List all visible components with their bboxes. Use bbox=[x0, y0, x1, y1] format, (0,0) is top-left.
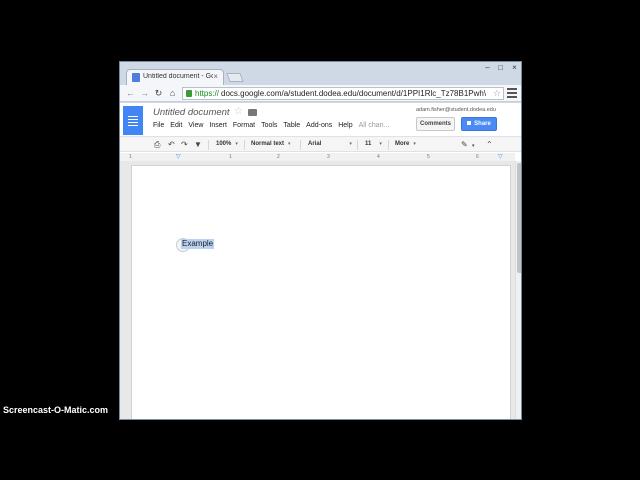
menu-edit[interactable]: Edit bbox=[170, 122, 182, 129]
menu-help[interactable]: Help bbox=[338, 122, 352, 129]
menu-tools[interactable]: Tools bbox=[261, 122, 277, 129]
more-label: More bbox=[395, 141, 410, 147]
ruler-tick: 1 bbox=[229, 154, 232, 160]
window-close-icon[interactable]: × bbox=[509, 64, 520, 73]
comments-button[interactable]: Comments bbox=[416, 117, 455, 131]
right-indent-marker[interactable]: ▽ bbox=[498, 153, 503, 160]
ruler[interactable]: 1 ▽ 1 2 3 4 5 6 ▽ bbox=[120, 153, 515, 161]
font-value: Arial bbox=[308, 141, 322, 147]
tab-close-icon[interactable]: × bbox=[213, 72, 218, 81]
save-status: All chan... bbox=[358, 122, 390, 129]
document-title[interactable]: Untitled document bbox=[153, 107, 230, 118]
maximize-icon[interactable]: □ bbox=[495, 64, 506, 73]
lock-icon bbox=[186, 90, 192, 97]
selected-text[interactable]: Example bbox=[181, 239, 215, 249]
menu-view[interactable]: View bbox=[188, 122, 203, 129]
vertical-scrollbar[interactable] bbox=[515, 161, 521, 419]
redo-icon[interactable]: ↷ bbox=[181, 140, 188, 149]
docs-app: Untitled document ☆ File Edit View Insert Fo… bbox=[120, 103, 521, 419]
chrome-menu-icon[interactable] bbox=[507, 88, 517, 99]
minimize-icon[interactable]: – bbox=[482, 64, 493, 73]
account-email[interactable]: adam.fisher@student.dodea.edu bbox=[416, 107, 496, 113]
tab-untitled-document[interactable]: Untitled document - Goo × bbox=[126, 69, 224, 85]
browser-window: Untitled document - Goo × – □ × ← → ↻ ⌂ … bbox=[119, 61, 522, 420]
font-size-select[interactable]: 11 ▾ bbox=[365, 141, 382, 147]
print-icon[interactable]: ⎙ bbox=[154, 140, 160, 149]
font-select[interactable]: Arial ▾ bbox=[308, 141, 352, 147]
paint-format-icon[interactable]: ▼ bbox=[194, 140, 202, 149]
document-page[interactable]: Example bbox=[131, 165, 511, 419]
forward-icon[interactable]: → bbox=[139, 87, 150, 99]
more-button[interactable]: More ▾ bbox=[395, 141, 416, 147]
menu-addons[interactable]: Add-ons bbox=[306, 122, 332, 129]
editing-mode-icon[interactable]: ✎ bbox=[461, 140, 468, 149]
star-icon[interactable]: ☆ bbox=[234, 106, 243, 117]
menu-file[interactable]: File bbox=[153, 122, 164, 129]
screencast-watermark: Screencast-O-Matic.com bbox=[3, 405, 109, 415]
share-button[interactable]: Share bbox=[461, 117, 497, 131]
left-indent-marker[interactable]: ▽ bbox=[176, 153, 181, 160]
menu-table[interactable]: Table bbox=[283, 122, 300, 129]
back-icon[interactable]: ← bbox=[125, 87, 136, 99]
tab-strip: Untitled document - Goo × – □ × bbox=[120, 62, 521, 85]
ruler-tick: 6 bbox=[476, 154, 479, 160]
menu-insert[interactable]: Insert bbox=[209, 122, 227, 129]
home-icon[interactable]: ⌂ bbox=[167, 87, 178, 99]
tab-title: Untitled document - Goo bbox=[143, 73, 213, 80]
share-lock-icon bbox=[467, 121, 472, 125]
new-tab-button[interactable] bbox=[226, 73, 244, 82]
ruler-tick: 1 bbox=[129, 154, 132, 160]
folder-icon[interactable] bbox=[248, 109, 257, 116]
bookmark-star-icon[interactable]: ☆ bbox=[493, 88, 501, 99]
address-bar[interactable]: https:// docs.google.com/a/student.dodea… bbox=[182, 87, 504, 100]
style-select[interactable]: Normal text ▾ bbox=[251, 141, 291, 147]
docs-menubar: File Edit View Insert Format Tools Table Add-on… bbox=[153, 122, 395, 129]
scrollbar-thumb[interactable] bbox=[517, 163, 521, 273]
collapse-icon[interactable]: ⌃ bbox=[486, 140, 493, 149]
ruler-tick: 2 bbox=[277, 154, 280, 160]
editing-mode-dropdown-icon[interactable]: ▾ bbox=[472, 142, 475, 151]
undo-icon[interactable]: ↶ bbox=[168, 140, 175, 149]
docs-home-icon[interactable] bbox=[123, 106, 143, 135]
font-size-value: 11 bbox=[365, 141, 372, 147]
format-toolbar: ⎙ ↶ ↷ ▼ 100% ▾ Normal text ▾ Arial ▾ 11 ▾ Mo… bbox=[120, 136, 521, 152]
reload-icon[interactable]: ↻ bbox=[153, 87, 164, 99]
ruler-tick: 3 bbox=[327, 154, 330, 160]
document-canvas: Example bbox=[120, 161, 515, 419]
ruler-tick: 4 bbox=[377, 154, 380, 160]
menu-format[interactable]: Format bbox=[233, 122, 255, 129]
zoom-value: 100% bbox=[216, 141, 232, 147]
share-label: Share bbox=[474, 121, 491, 127]
zoom-select[interactable]: 100% ▾ bbox=[216, 141, 238, 147]
docs-favicon-icon bbox=[132, 73, 140, 82]
url-text: docs.google.com/a/student.dodea.edu/docu… bbox=[221, 89, 487, 98]
browser-toolbar: ← → ↻ ⌂ https:// docs.google.com/a/stude… bbox=[120, 85, 521, 102]
style-value: Normal text bbox=[251, 141, 285, 147]
ruler-tick: 5 bbox=[427, 154, 430, 160]
url-protocol: https:// bbox=[195, 89, 220, 98]
